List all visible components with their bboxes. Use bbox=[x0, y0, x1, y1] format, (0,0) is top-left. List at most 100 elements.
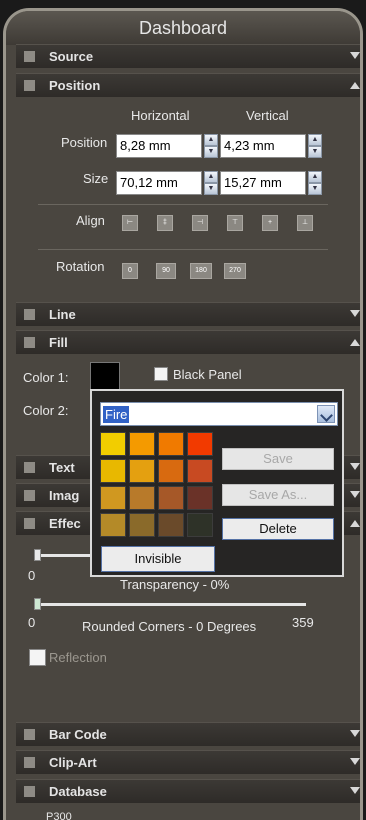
position-horizontal-input[interactable]: 8,28 mm bbox=[116, 134, 202, 158]
color1-label: Color 1: bbox=[23, 370, 69, 385]
section-position[interactable]: Position bbox=[16, 73, 360, 97]
align-center-icon[interactable]: ‡ bbox=[157, 215, 173, 231]
section-clipart[interactable]: Clip-Art bbox=[16, 750, 360, 774]
section-square-icon bbox=[24, 337, 35, 348]
save-button[interactable]: Save bbox=[222, 448, 334, 470]
section-line[interactable]: Line bbox=[16, 302, 360, 326]
rotation-90-button[interactable]: 90 bbox=[156, 263, 176, 279]
palette-swatch[interactable] bbox=[100, 459, 126, 483]
spin-down-icon[interactable]: ▼ bbox=[308, 183, 322, 195]
color1-swatch[interactable] bbox=[90, 362, 120, 392]
color2-label: Color 2: bbox=[23, 403, 69, 418]
align-top-icon[interactable]: ⊤ bbox=[227, 215, 243, 231]
section-barcode[interactable]: Bar Code bbox=[16, 722, 360, 746]
palette-select[interactable]: Fire bbox=[100, 402, 338, 426]
section-image-label: Imag bbox=[49, 488, 80, 503]
transparency-label: Transparency - 0% bbox=[120, 577, 230, 592]
position-label: Position bbox=[61, 135, 108, 150]
align-label: Align bbox=[76, 213, 105, 228]
corners-min-label: 0 bbox=[28, 615, 36, 630]
position-horizontal-spinner[interactable]: 8,28 mm ▲ ▼ bbox=[116, 134, 218, 158]
size-horizontal-input[interactable]: 70,12 mm bbox=[116, 171, 202, 195]
size-horizontal-spinner[interactable]: 70,12 mm ▲ ▼ bbox=[116, 171, 218, 195]
palette-swatch[interactable] bbox=[158, 513, 184, 537]
section-database[interactable]: Database bbox=[16, 779, 360, 803]
section-text-label: Text bbox=[49, 460, 75, 475]
black-panel-checkbox[interactable] bbox=[154, 367, 168, 381]
rotation-180-button[interactable]: 180 bbox=[190, 263, 212, 279]
corners-slider-thumb[interactable] bbox=[34, 598, 41, 610]
spin-up-icon[interactable]: ▲ bbox=[308, 171, 322, 183]
footer-text: P300 bbox=[46, 811, 72, 820]
corners-max-label: 359 bbox=[292, 615, 314, 630]
spin-up-icon[interactable]: ▲ bbox=[204, 171, 218, 183]
chevron-down-icon bbox=[350, 463, 360, 470]
size-vertical-spinner[interactable]: 15,27 mm ▲ ▼ bbox=[220, 171, 322, 195]
rotation-270-button[interactable]: 270 bbox=[224, 263, 246, 279]
section-square-icon bbox=[24, 80, 35, 91]
reflection-label: Reflection bbox=[49, 650, 107, 665]
corners-slider-track[interactable] bbox=[36, 603, 306, 606]
spin-down-icon[interactable]: ▼ bbox=[204, 146, 218, 158]
dashboard-panel: Dashboard Source Position Horizontal Ver… bbox=[3, 8, 363, 820]
horizontal-header: Horizontal bbox=[131, 108, 190, 123]
palette-swatch[interactable] bbox=[158, 486, 184, 510]
divider bbox=[38, 249, 328, 250]
spin-down-icon[interactable]: ▼ bbox=[204, 183, 218, 195]
chevron-down-icon bbox=[350, 310, 360, 317]
palette-swatch[interactable] bbox=[100, 432, 126, 456]
rotation-0-button[interactable]: 0 bbox=[122, 263, 138, 279]
section-fill[interactable]: Fill bbox=[16, 330, 360, 354]
chevron-down-icon bbox=[350, 730, 360, 737]
palette-swatch[interactable] bbox=[129, 486, 155, 510]
size-label: Size bbox=[83, 171, 109, 186]
spin-up-icon[interactable]: ▲ bbox=[308, 134, 322, 146]
palette-swatch[interactable] bbox=[129, 459, 155, 483]
transparency-slider-thumb[interactable] bbox=[34, 549, 41, 561]
align-left-icon[interactable]: ⊢ bbox=[122, 215, 138, 231]
position-vertical-input[interactable]: 4,23 mm bbox=[220, 134, 306, 158]
spin-down-icon[interactable]: ▼ bbox=[308, 146, 322, 158]
transparency-slider-track[interactable] bbox=[36, 554, 96, 557]
section-effects-label: Effec bbox=[49, 516, 81, 531]
section-source-label: Source bbox=[49, 49, 94, 64]
spin-up-icon[interactable]: ▲ bbox=[204, 134, 218, 146]
panel-title: Dashboard bbox=[6, 11, 360, 45]
rotation-label: Rotation bbox=[56, 259, 105, 274]
palette-swatch[interactable] bbox=[158, 432, 184, 456]
chevron-down-icon bbox=[350, 491, 360, 498]
save-as-button[interactable]: Save As... bbox=[222, 484, 334, 506]
black-panel-label: Black Panel bbox=[173, 367, 242, 382]
reflection-checkbox[interactable] bbox=[29, 649, 46, 666]
palette-swatch[interactable] bbox=[129, 432, 155, 456]
section-square-icon bbox=[24, 490, 35, 501]
chevron-up-icon bbox=[350, 520, 360, 527]
palette-swatch[interactable] bbox=[158, 459, 184, 483]
delete-button[interactable]: Delete bbox=[222, 518, 334, 540]
palette-swatch[interactable] bbox=[100, 513, 126, 537]
position-vertical-spinner[interactable]: 4,23 mm ▲ ▼ bbox=[220, 134, 322, 158]
palette-swatch[interactable] bbox=[100, 486, 126, 510]
chevron-down-icon bbox=[350, 758, 360, 765]
section-fill-label: Fill bbox=[49, 335, 68, 350]
palette-swatch[interactable] bbox=[187, 513, 213, 537]
palette-swatch[interactable] bbox=[187, 432, 213, 456]
size-vertical-input[interactable]: 15,27 mm bbox=[220, 171, 306, 195]
chevron-down-icon[interactable] bbox=[317, 405, 335, 423]
section-square-icon bbox=[24, 51, 35, 62]
palette-swatch[interactable] bbox=[129, 513, 155, 537]
section-square-icon bbox=[24, 309, 35, 320]
section-clipart-label: Clip-Art bbox=[49, 755, 97, 770]
chevron-up-icon bbox=[350, 339, 360, 346]
section-barcode-label: Bar Code bbox=[49, 727, 107, 742]
palette-swatch[interactable] bbox=[187, 486, 213, 510]
section-source[interactable]: Source bbox=[16, 44, 360, 68]
align-bottom-icon[interactable]: ⊥ bbox=[297, 215, 313, 231]
align-right-icon[interactable]: ⊣ bbox=[192, 215, 208, 231]
section-position-label: Position bbox=[49, 78, 101, 93]
section-line-label: Line bbox=[49, 307, 76, 322]
invisible-button[interactable]: Invisible bbox=[101, 546, 215, 572]
align-middle-icon[interactable]: + bbox=[262, 215, 278, 231]
palette-popup: Fire Save Save As... Delete Invisible bbox=[90, 389, 344, 577]
palette-swatch[interactable] bbox=[187, 459, 213, 483]
